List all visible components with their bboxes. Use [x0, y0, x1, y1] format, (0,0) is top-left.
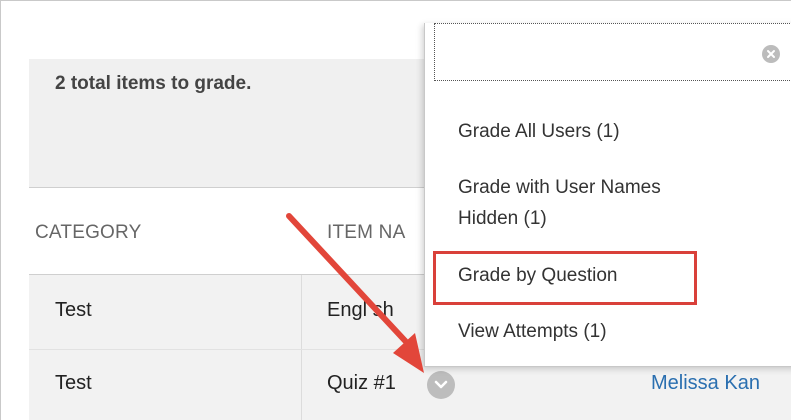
summary-text: 2 total items to grade. [55, 73, 252, 94]
menu-item-grade-with-user-names-hidden[interactable]: Grade with User Names [458, 173, 661, 203]
column-header-item-name[interactable]: ITEM NA [327, 222, 405, 244]
chevron-down-icon[interactable] [427, 371, 455, 399]
context-menu: Grade All Users (1) Grade with User Name… [424, 23, 791, 367]
user-name-link[interactable]: Melissa Kan [651, 372, 760, 395]
row-category: Test [55, 299, 92, 321]
needs-grading-page: 2 total items to grade. CATEGORY ITEM NA… [0, 0, 791, 420]
menu-item-grade-with-user-names-hidden-line2[interactable]: Hidden (1) [458, 204, 547, 234]
row-item-name[interactable]: Engl sh [327, 299, 394, 322]
menu-search-input[interactable] [434, 23, 791, 81]
menu-item-view-attempts[interactable]: View Attempts (1) [458, 317, 607, 347]
clear-icon[interactable] [762, 45, 780, 63]
highlight-box [433, 251, 697, 305]
top-strip [1, 1, 791, 23]
column-header-category[interactable]: CATEGORY [35, 222, 141, 244]
menu-item-grade-all-users[interactable]: Grade All Users (1) [458, 117, 620, 147]
column-divider [301, 275, 302, 349]
column-divider [301, 350, 302, 420]
row-item-name[interactable]: Quiz #1 [327, 372, 396, 395]
row-category: Test [55, 372, 92, 394]
